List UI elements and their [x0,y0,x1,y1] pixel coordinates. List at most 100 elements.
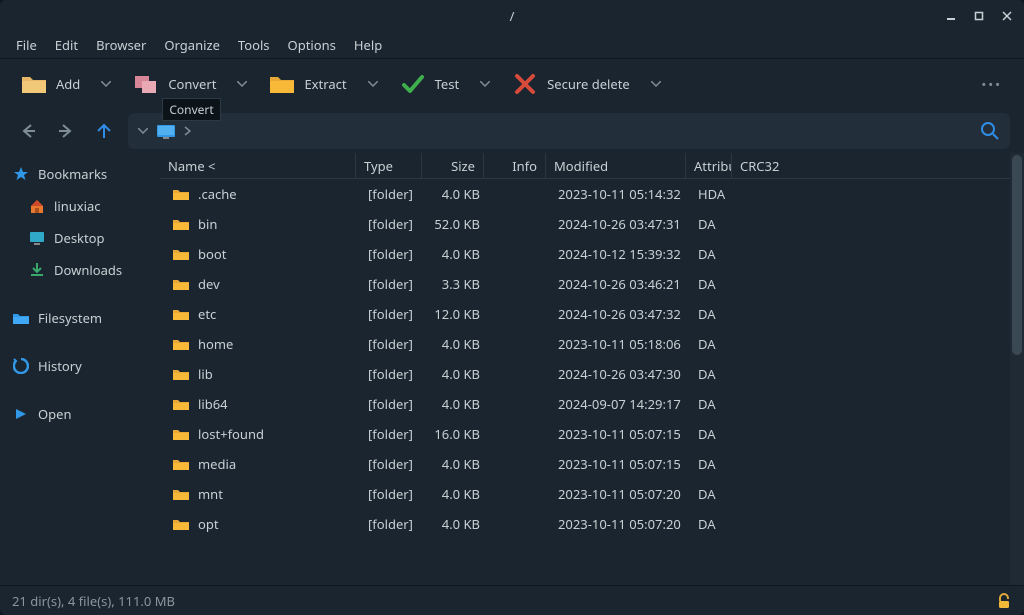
sidebar-item-label: Desktop [54,229,105,247]
file-size: 4.0 KB [426,245,488,263]
menu-organize[interactable]: Organize [156,33,228,57]
file-size: 4.0 KB [426,185,488,203]
menu-tools[interactable]: Tools [230,33,278,57]
header-modified[interactable]: Modified [546,153,686,178]
add-button[interactable]: Add [14,66,86,102]
test-button[interactable]: Test [393,66,466,102]
header-attributes[interactable]: Attributes [686,153,732,178]
file-type: [folder] [360,425,426,443]
folder-icon [172,187,190,201]
sidebar-filesystem[interactable]: Filesystem [0,303,160,333]
folder-icon [172,517,190,531]
open-label: Open [38,405,72,423]
address-bar[interactable] [128,113,1010,149]
back-button[interactable] [14,117,42,145]
table-row[interactable]: bin[folder]52.0 KB2024-10-26 03:47:31DA [160,209,1010,239]
menu-options[interactable]: Options [280,33,344,57]
header-crc32[interactable]: CRC32 [732,153,792,178]
table-row[interactable]: lib64[folder]4.0 KB2024-09-07 14:29:17DA [160,389,1010,419]
header-info[interactable]: Info [484,153,546,178]
table-row[interactable]: home[folder]4.0 KB2023-10-11 05:18:06DA [160,329,1010,359]
sidebar-bookmarks[interactable]: Bookmarks [0,159,160,189]
folder-icon [172,427,190,441]
file-type: [folder] [360,305,426,323]
file-modified: 2024-10-26 03:46:21 [550,275,690,293]
table-row[interactable]: opt[folder]4.0 KB2023-10-11 05:07:20DA [160,509,1010,539]
up-button[interactable] [90,117,118,145]
secure-delete-dropdown[interactable] [648,59,664,109]
convert-dropdown[interactable] [234,59,250,109]
add-dropdown[interactable] [98,59,114,109]
sidebar-item-downloads[interactable]: Downloads [0,255,160,285]
test-icon [399,72,427,96]
download-icon [28,261,46,279]
navbar [0,109,1024,153]
table-row[interactable]: boot[folder]4.0 KB2024-10-12 15:39:32DA [160,239,1010,269]
file-name: dev [198,275,220,293]
extract-button[interactable]: Extract [262,66,352,102]
table-row[interactable]: media[folder]4.0 KB2023-10-11 05:07:15DA [160,449,1010,479]
secure-delete-icon [511,72,539,96]
folder-icon [172,247,190,261]
file-type: [folder] [360,215,426,233]
file-attr: DA [690,245,736,263]
scrollbar-thumb[interactable] [1012,155,1022,355]
file-type: [folder] [360,335,426,353]
file-panel: Name < Type Size Info Modified Attribute… [160,153,1024,585]
file-size: 16.0 KB [426,425,488,443]
sidebar-history[interactable]: History [0,351,160,381]
file-name: etc [198,305,216,323]
file-attr: HDA [690,185,736,203]
file-modified: 2023-10-11 05:07:15 [550,425,690,443]
sidebar-item-desktop[interactable]: Desktop [0,223,160,253]
toolbar-overflow[interactable]: ••• [973,71,1010,97]
home-icon [28,197,46,215]
table-row[interactable]: lib[folder]4.0 KB2024-10-26 03:47:30DA [160,359,1010,389]
header-name[interactable]: Name < [160,153,356,178]
header-size[interactable]: Size [422,153,484,178]
minimize-button[interactable] [940,5,962,27]
window: / File Edit Browser Organize Tools Optio… [0,0,1024,615]
maximize-button[interactable] [968,5,990,27]
extract-label: Extract [304,75,346,93]
statusbar: 21 dir(s), 4 file(s), 111.0 MB [0,585,1024,615]
file-type: [folder] [360,485,426,503]
file-attr: DA [690,455,736,473]
folder-icon [172,277,190,291]
menu-help[interactable]: Help [346,33,390,57]
filesystem-icon [12,309,30,327]
file-size: 4.0 KB [426,485,488,503]
sidebar-open[interactable]: Open [0,399,160,429]
file-modified: 2023-10-11 05:07:20 [550,485,690,503]
sidebar-item-label: Downloads [54,261,122,279]
file-type: [folder] [360,245,426,263]
menu-file[interactable]: File [8,33,45,57]
extract-dropdown[interactable] [365,59,381,109]
table-row[interactable]: etc[folder]12.0 KB2024-10-26 03:47:32DA [160,299,1010,329]
convert-label: Convert [168,75,216,93]
scrollbar[interactable] [1010,153,1024,585]
root-drive-icon[interactable] [156,123,176,139]
secure-delete-button[interactable]: Secure delete [505,66,636,102]
header-type[interactable]: Type [356,153,422,178]
table-row[interactable]: .cache[folder]4.0 KB2023-10-11 05:14:32H… [160,179,1010,209]
forward-button[interactable] [52,117,80,145]
search-button[interactable] [980,113,1000,149]
secure-delete-label: Secure delete [547,75,630,93]
table-row[interactable]: mnt[folder]4.0 KB2023-10-11 05:07:20DA [160,479,1010,509]
file-attr: DA [690,485,736,503]
sidebar-item-linuxiac[interactable]: linuxiac [0,191,160,221]
folder-icon [172,487,190,501]
file-name: home [198,335,233,353]
menu-edit[interactable]: Edit [47,33,86,57]
file-list: Name < Type Size Info Modified Attribute… [160,153,1010,585]
table-row[interactable]: lost+found[folder]16.0 KB2023-10-11 05:0… [160,419,1010,449]
file-size: 52.0 KB [426,215,488,233]
test-dropdown[interactable] [477,59,493,109]
window-buttons [940,0,1018,31]
close-button[interactable] [996,5,1018,27]
address-dropdown[interactable] [138,128,148,134]
table-row[interactable]: dev[folder]3.3 KB2024-10-26 03:46:21DA [160,269,1010,299]
convert-button[interactable]: Convert Convert [126,66,222,102]
menu-browser[interactable]: Browser [88,33,154,57]
